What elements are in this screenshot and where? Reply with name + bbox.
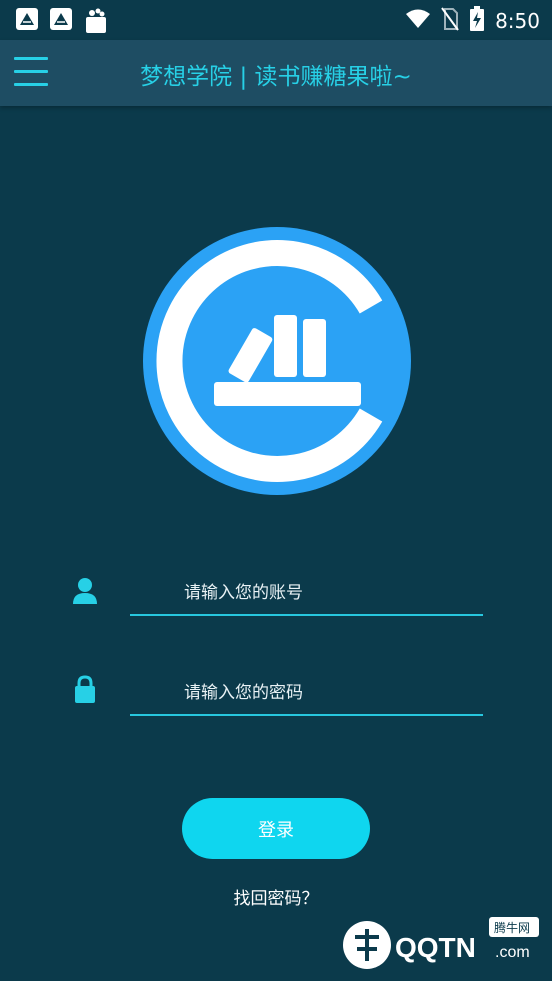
app-logo: [143, 227, 411, 495]
app-notification-icon: [16, 8, 38, 30]
status-bar: 8:50: [0, 0, 552, 40]
lock-icon: [70, 674, 100, 704]
account-input[interactable]: [130, 572, 483, 616]
forgot-password-link[interactable]: 找回密码？: [0, 884, 552, 909]
svg-text:QQTN: QQTN: [395, 932, 476, 963]
page-title: 梦想学院 | 读书赚糖果啦~: [140, 64, 412, 90]
system-status: 8:50: [405, 6, 540, 36]
shopping-bag-icon: [84, 8, 108, 34]
svg-text:腾牛网: 腾牛网: [494, 920, 530, 935]
books-logo-icon: [143, 227, 411, 495]
notification-icons: [16, 8, 108, 34]
app-bar: 梦想学院 | 读书赚糖果啦~: [0, 40, 552, 106]
password-input[interactable]: [130, 672, 483, 716]
password-row: [0, 672, 552, 732]
status-time: 8:50: [495, 9, 540, 33]
no-sim-icon: [441, 7, 459, 35]
app-notification-icon: [50, 8, 72, 30]
svg-text:.com: .com: [495, 944, 530, 961]
user-icon: [70, 576, 100, 606]
account-row: [0, 572, 552, 632]
login-button[interactable]: 登录: [182, 798, 370, 859]
site-watermark-logo: QQTN .com 腾牛网: [339, 915, 544, 975]
wifi-icon: [405, 9, 431, 33]
battery-charging-icon: [469, 6, 485, 36]
